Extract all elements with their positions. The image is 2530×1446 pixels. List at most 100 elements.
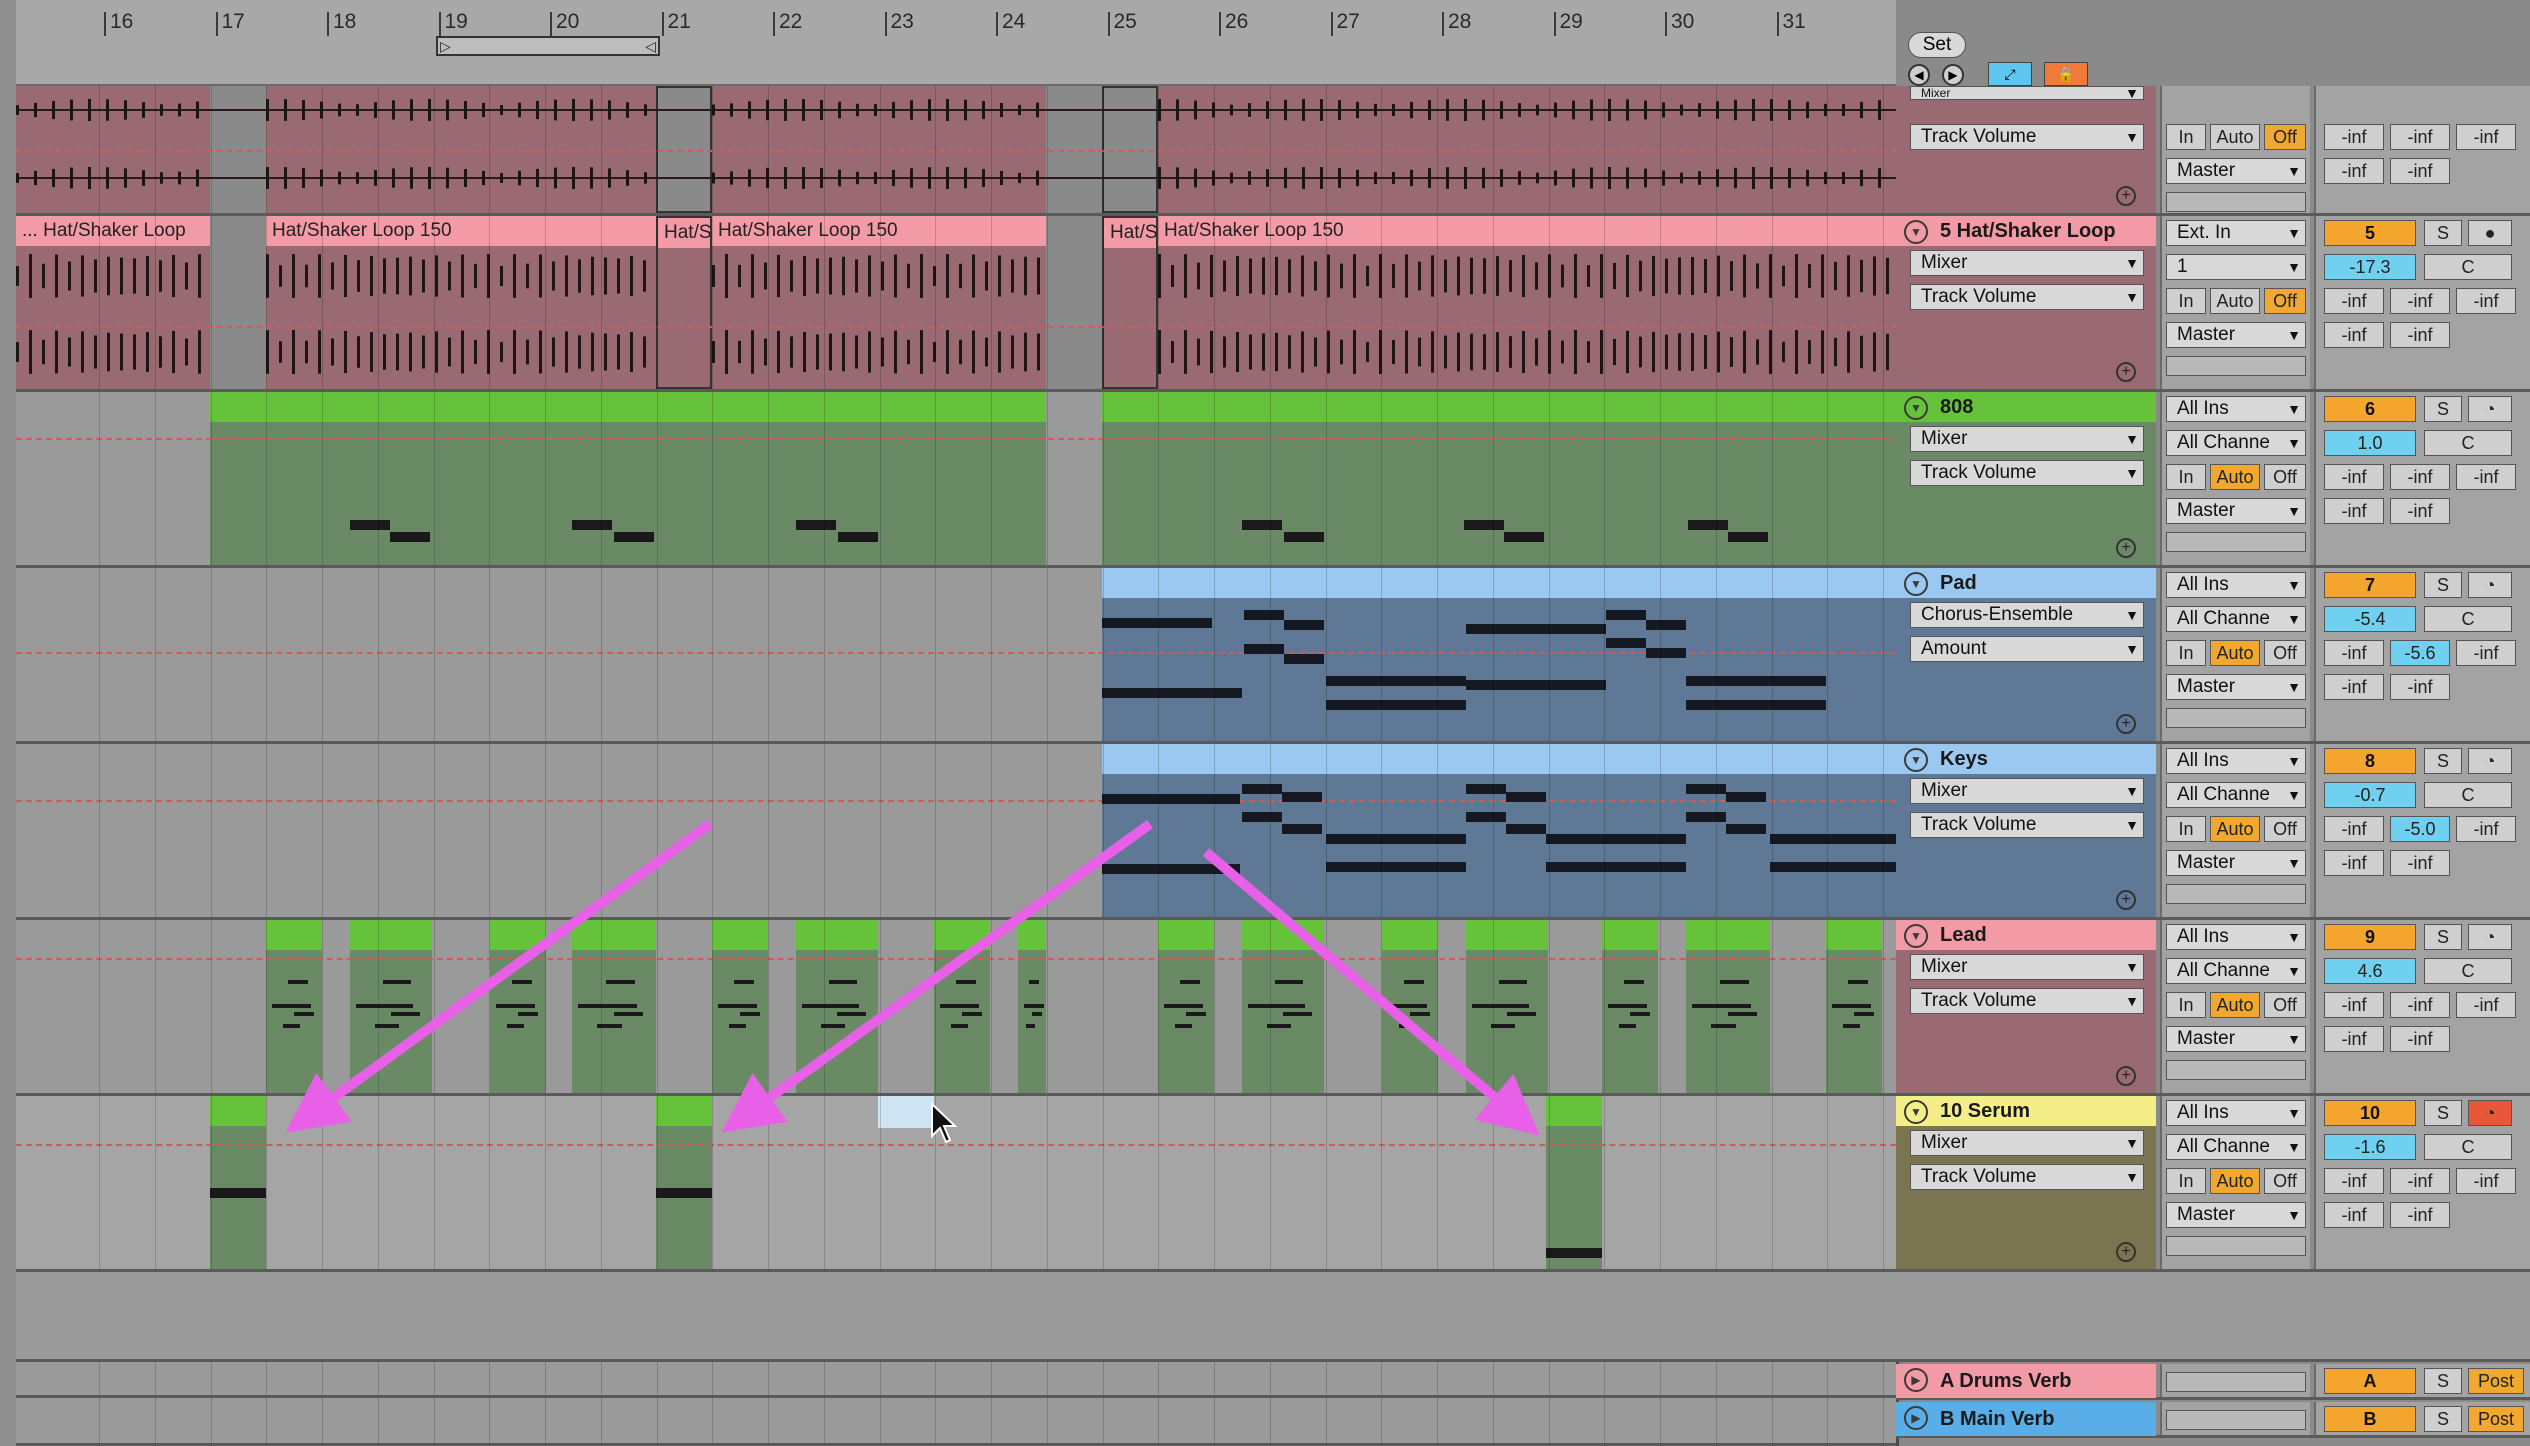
add-lane-icon[interactable]: + — [2116, 890, 2136, 910]
track-pan-value[interactable]: C — [2424, 430, 2512, 456]
lock-envelopes-icon[interactable]: 🔒 — [2044, 62, 2088, 86]
arm-button-icon[interactable]: ◔ — [2468, 396, 2512, 422]
automation-param-chooser[interactable]: Track Volume ▼ — [1910, 124, 2144, 150]
track-name[interactable]: 808 — [1896, 392, 2156, 422]
track-name[interactable]: Keys — [1896, 744, 2156, 774]
automation-param-chooser[interactable]: Track Volume ▼ — [1910, 988, 2144, 1014]
return-post-button[interactable]: Post — [2468, 1406, 2524, 1432]
midi-clip-serum[interactable] — [656, 1096, 712, 1269]
arm-button-icon[interactable]: ◔ — [2468, 924, 2512, 950]
fold-toggle-icon[interactable]: ▼ — [1904, 572, 1928, 596]
value-field[interactable]: -inf — [2456, 464, 2516, 490]
prev-locator-icon[interactable]: ◀ — [1908, 64, 1930, 86]
value-field[interactable]: -inf — [2390, 1202, 2450, 1228]
device-chooser[interactable]: Mixer ▼ — [1910, 250, 2144, 276]
value-field[interactable]: -inf — [2390, 850, 2450, 876]
device-chooser[interactable]: Mixer ▼ — [1910, 778, 2144, 804]
monitor-in-button[interactable]: In — [2166, 816, 2206, 842]
monitor-in-button[interactable]: In — [2166, 464, 2206, 490]
empty-lane-area[interactable] — [16, 1272, 1896, 1362]
monitor-auto-button[interactable]: Auto — [2210, 1168, 2260, 1194]
track-lane-keys[interactable] — [16, 744, 1896, 920]
monitor-in-button[interactable]: In — [2166, 640, 2206, 666]
output-chooser[interactable]: Master ▼ — [2166, 158, 2306, 184]
automation-param-chooser[interactable]: Track Volume ▼ — [1910, 1164, 2144, 1190]
track-pan-value[interactable]: C — [2424, 606, 2512, 632]
return-title-column[interactable]: A Drums Verb ▶ — [1896, 1364, 2156, 1398]
monitor-in-button[interactable]: In — [2166, 992, 2206, 1018]
monitor-in-button[interactable]: In — [2166, 1168, 2206, 1194]
automation-param-chooser[interactable]: Track Volume ▼ — [1910, 284, 2144, 310]
loop-start-marker[interactable]: ▷ — [440, 38, 451, 54]
value-field[interactable]: -inf — [2390, 498, 2450, 524]
device-chooser[interactable]: Mixer ▼ — [1910, 1130, 2144, 1156]
midi-clip-lead[interactable] — [796, 920, 878, 1093]
track-lane-hat-shaker[interactable]: ... Hat/Shaker Loop Hat/Shaker Loop 150 … — [16, 216, 1896, 392]
midi-clip-lead[interactable] — [712, 920, 768, 1093]
expand-return-icon[interactable]: ▶ — [1904, 1368, 1928, 1392]
output-chooser[interactable]: Master ▼ — [2166, 1202, 2306, 1228]
add-lane-icon[interactable]: + — [2116, 1066, 2136, 1086]
track-pan-value[interactable]: C — [2424, 958, 2512, 984]
automation-param-chooser[interactable]: Amount ▼ — [1910, 636, 2144, 662]
return-title-column[interactable]: B Main Verb ▶ — [1896, 1402, 2156, 1436]
solo-button[interactable]: S — [2424, 924, 2462, 950]
monitor-off-button[interactable]: Off — [2264, 816, 2306, 842]
add-lane-icon[interactable]: + — [2116, 538, 2136, 558]
arm-button-icon[interactable]: ◔ — [2468, 748, 2512, 774]
monitor-auto-button[interactable]: Auto — [2210, 816, 2260, 842]
track-title-column[interactable]: Pad ▼ Chorus-Ensemble ▼ Amount ▼ + — [1896, 568, 2156, 741]
monitor-auto-button[interactable]: Auto — [2210, 640, 2260, 666]
monitor-auto-button[interactable]: Auto — [2210, 464, 2260, 490]
monitor-off-button[interactable]: Off — [2264, 992, 2306, 1018]
add-lane-icon[interactable]: + — [2116, 714, 2136, 734]
input-type-chooser[interactable]: All Ins ▼ — [2166, 748, 2306, 774]
track-name[interactable]: 5 Hat/Shaker Loop — [1896, 216, 2156, 246]
midi-clip-lead[interactable] — [490, 920, 546, 1093]
input-channel-chooser[interactable]: All Channe ▼ — [2166, 606, 2306, 632]
add-lane-icon[interactable]: + — [2116, 186, 2136, 206]
value-field[interactable]: -inf — [2390, 288, 2450, 314]
track-volume-value[interactable]: -1.6 — [2324, 1134, 2416, 1160]
value-field[interactable]: -inf — [2390, 124, 2450, 150]
output-chooser[interactable]: Master ▼ — [2166, 322, 2306, 348]
arm-button-icon[interactable]: ◔ — [2468, 1100, 2512, 1126]
midi-clip-pad[interactable] — [1102, 568, 1896, 741]
track-lane-lead[interactable] — [16, 920, 1896, 1096]
device-chooser[interactable]: Mixer ▼ — [1910, 426, 2144, 452]
track-title-column[interactable]: Mixer ▼ Track Volume ▼ + — [1896, 86, 2156, 213]
track-volume-value[interactable]: 4.6 — [2324, 958, 2416, 984]
expand-return-icon[interactable]: ▶ — [1904, 1406, 1928, 1430]
solo-button[interactable]: S — [2424, 572, 2462, 598]
midi-clip-lead[interactable] — [266, 920, 322, 1093]
track-activator-button[interactable]: 7 — [2324, 572, 2416, 598]
track-volume-value[interactable]: -17.3 — [2324, 254, 2416, 280]
value-field[interactable]: -inf — [2324, 124, 2384, 150]
fold-toggle-icon[interactable]: ▼ — [1904, 924, 1928, 948]
return-post-button[interactable]: Post — [2468, 1368, 2524, 1394]
track-pan-value[interactable]: C — [2424, 254, 2512, 280]
output-chooser[interactable]: Master ▼ — [2166, 1026, 2306, 1052]
arrangement-view[interactable]: 16 17 18 19 20 21 22 23 24 25 26 27 28 29 30 31 ▷ ◁ — [16, 0, 1896, 1446]
solo-button[interactable]: S — [2424, 748, 2462, 774]
input-type-chooser[interactable]: All Ins ▼ — [2166, 396, 2306, 422]
track-activator-button[interactable]: 9 — [2324, 924, 2416, 950]
track-title-column[interactable]: 808 ▼ Mixer ▼ Track Volume ▼ + — [1896, 392, 2156, 565]
track-title-column[interactable]: Lead ▼ Mixer ▼ Track Volume ▼ + — [1896, 920, 2156, 1093]
track-pan-value[interactable]: C — [2424, 782, 2512, 808]
arm-button-icon[interactable]: ◔ — [2468, 572, 2512, 598]
value-field[interactable]: -inf — [2324, 1026, 2384, 1052]
monitor-off-button[interactable]: Off — [2264, 464, 2306, 490]
midi-clip-lead[interactable] — [350, 920, 432, 1093]
value-field[interactable]: -inf — [2456, 816, 2516, 842]
value-field[interactable]: -inf — [2456, 124, 2516, 150]
monitor-in-button[interactable]: In — [2166, 288, 2206, 314]
input-channel-chooser[interactable]: All Channe ▼ — [2166, 782, 2306, 808]
value-field[interactable]: -inf — [2324, 464, 2384, 490]
input-type-chooser[interactable]: All Ins ▼ — [2166, 924, 2306, 950]
next-locator-icon[interactable]: ▶ — [1942, 64, 1964, 86]
input-type-chooser[interactable]: Ext. In ▼ — [2166, 220, 2306, 246]
return-lane-b[interactable] — [16, 1398, 1896, 1446]
track-name[interactable]: 10 Serum — [1896, 1096, 2156, 1126]
add-lane-icon[interactable]: + — [2116, 1242, 2136, 1262]
